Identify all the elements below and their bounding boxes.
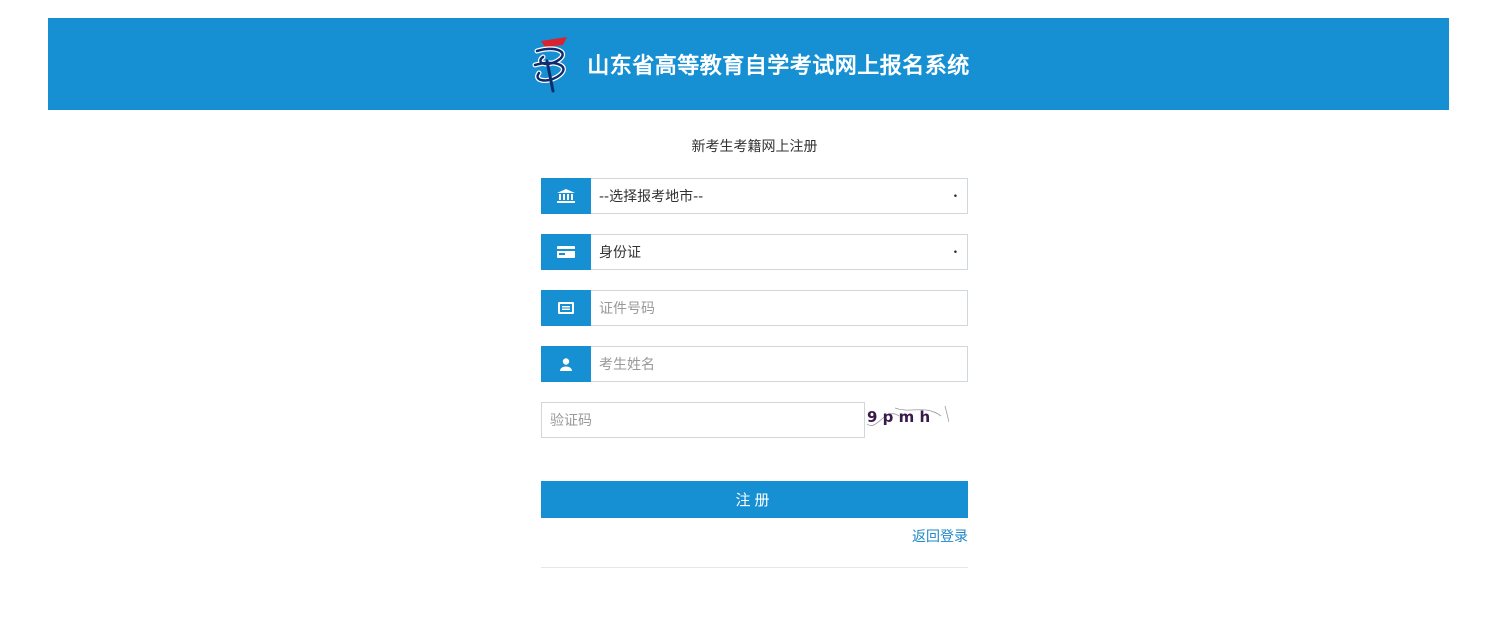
register-form: 新考生考籍网上注册 --选择报考地市-- • 身份证 • 证件号码 考生姓名 验… [541,110,968,568]
city-select-value: --选择报考地市-- [599,189,704,205]
id-number-field[interactable]: 证件号码 [541,290,968,326]
dropdown-caret-icon: • [952,192,958,202]
name-placeholder: 考生姓名 [599,357,655,373]
captcha-input[interactable]: 验证码 [541,402,865,438]
exam-logo-icon [532,37,568,93]
name-field[interactable]: 考生姓名 [541,346,968,382]
captcha-image[interactable]: 9 p m h [865,402,949,438]
form-title: 新考生考籍网上注册 [691,139,818,155]
brand: 山东省高等教育自学考试网上报名系统 [527,35,970,93]
user-icon [541,346,591,382]
register-button[interactable]: 注册 [541,481,968,518]
id-card-icon [541,234,591,270]
header-banner: 山东省高等教育自学考试网上报名系统 [48,18,1449,110]
back-to-login-link[interactable]: 返回登录 [912,526,968,546]
credential-icon [541,290,591,326]
city-select[interactable]: --选择报考地市-- • [541,178,968,214]
institution-icon [541,178,591,214]
dropdown-caret-icon: • [952,248,958,258]
id-number-placeholder: 证件号码 [599,301,655,317]
divider [541,567,968,568]
captcha-placeholder: 验证码 [550,413,592,429]
id-type-select[interactable]: 身份证 • [541,234,968,270]
id-type-value: 身份证 [599,245,641,261]
captcha-text: 9 p m h [867,408,930,426]
site-title: 山东省高等教育自学考试网上报名系统 [587,54,970,79]
